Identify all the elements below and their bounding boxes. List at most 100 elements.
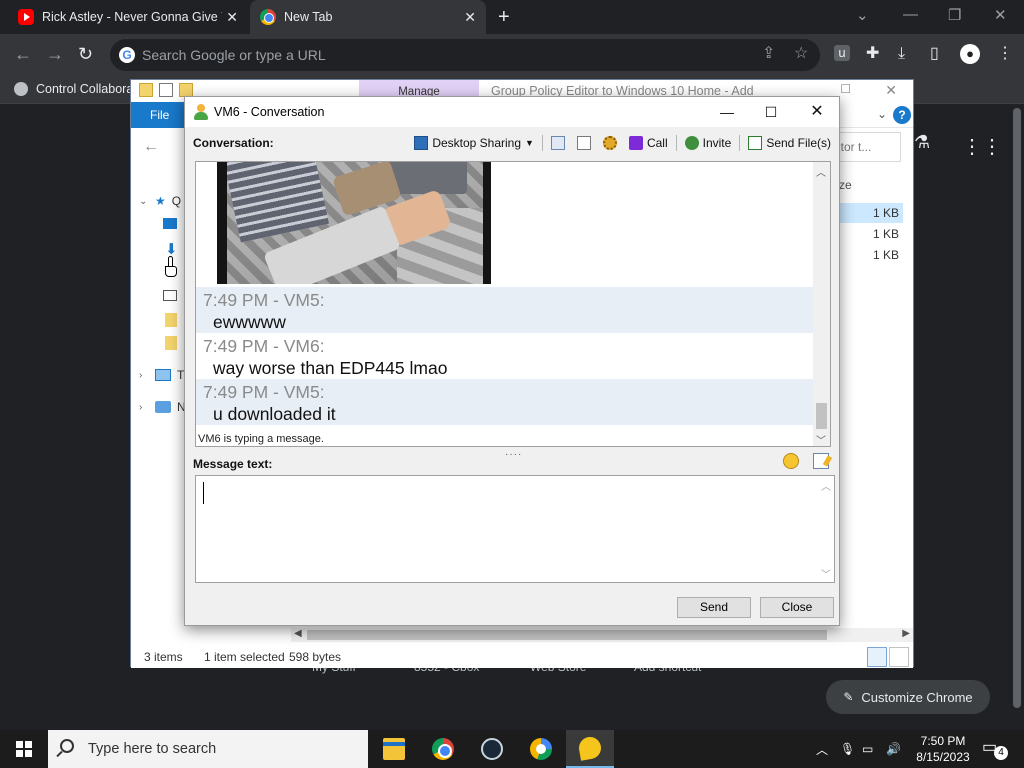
- message-history[interactable]: 7:49 PM - VM5: ewwwww 7:49 PM - VM6: way…: [195, 161, 831, 447]
- volume-icon[interactable]: 🔊: [886, 730, 901, 768]
- message-text-label: Message text:: [193, 457, 273, 471]
- tab-search-icon[interactable]: ⌄: [856, 6, 869, 24]
- close-button[interactable]: Close: [760, 597, 834, 618]
- scroll-down-icon[interactable]: ﹀: [816, 432, 826, 446]
- settings-button[interactable]: [602, 136, 621, 150]
- scroll-up-icon[interactable]: ︿: [821, 478, 831, 493]
- profile-avatar-icon[interactable]: ●: [960, 44, 980, 64]
- conversation-window[interactable]: VM6 - Conversation — ☐ ✕ Conversation: D…: [184, 96, 840, 626]
- taskbar-search-box[interactable]: Type here to search: [48, 730, 368, 768]
- customize-chrome-button[interactable]: ✎ Customize Chrome: [826, 680, 990, 714]
- taskbar-messenger[interactable]: [566, 730, 614, 768]
- send-files-button[interactable]: Send File(s): [748, 136, 831, 150]
- file-row-size[interactable]: 1 KB: [837, 245, 903, 265]
- horizontal-scrollbar[interactable]: ◀ ▶: [291, 628, 913, 642]
- scrollbar-thumb[interactable]: [1013, 108, 1021, 708]
- new-folder-icon[interactable]: [179, 83, 193, 97]
- tray-chevron-icon[interactable]: ︿: [816, 730, 828, 768]
- bookmark-control-collabora[interactable]: Control Collabora: [14, 82, 133, 96]
- input-scrollbar[interactable]: ︿ ﹀: [817, 476, 834, 582]
- nav-quick-access[interactable]: ⌄ ★ Q: [139, 194, 181, 208]
- network-tray-icon[interactable]: ▭: [862, 730, 873, 768]
- taskbar-file-explorer[interactable]: [370, 730, 418, 768]
- invite-button[interactable]: Invite: [684, 136, 731, 150]
- file-row-size[interactable]: 1 KB: [837, 224, 903, 244]
- chevron-down-icon[interactable]: ⌄: [877, 107, 887, 121]
- back-icon[interactable]: ←: [14, 44, 32, 64]
- forward-icon[interactable]: →: [46, 44, 64, 64]
- file-row-size[interactable]: 1 KB: [837, 203, 903, 223]
- clock-time: 7:50 PM: [920, 734, 966, 748]
- toolbar-divider: [541, 135, 543, 151]
- new-tab-button[interactable]: +: [498, 6, 510, 28]
- scrollbar-thumb[interactable]: [307, 630, 827, 640]
- shared-image[interactable]: [217, 162, 491, 284]
- microphone-icon[interactable]: 🎙: [840, 730, 855, 768]
- download-icon[interactable]: ⤓: [898, 45, 905, 63]
- reload-icon[interactable]: ↻: [78, 44, 93, 64]
- pencil-icon: ✎: [843, 690, 854, 704]
- minimize-button[interactable]: —: [713, 101, 741, 123]
- page-scrollbar[interactable]: [1010, 104, 1024, 730]
- tab-new-tab[interactable]: New Tab ✕: [250, 0, 486, 34]
- desktop-sharing-button[interactable]: Desktop Sharing ▼: [414, 136, 534, 150]
- scroll-up-icon[interactable]: ︿: [816, 164, 826, 179]
- close-icon[interactable]: ✕: [885, 82, 897, 99]
- nav-network[interactable]: › N: [139, 400, 186, 414]
- share-icon[interactable]: ⇪: [762, 45, 775, 63]
- item-count: 3 items: [144, 650, 183, 664]
- scroll-down-icon[interactable]: ﹀: [821, 566, 831, 581]
- close-window-button[interactable]: ✕: [994, 6, 1007, 24]
- back-icon[interactable]: ←: [143, 138, 159, 156]
- minimize-button[interactable]: —: [903, 6, 918, 23]
- message-input[interactable]: [196, 476, 818, 582]
- scrollbar-thumb[interactable]: [816, 403, 827, 429]
- tab-youtube[interactable]: Rick Astley - Never Gonna Give Y ✕: [8, 0, 248, 34]
- properties-icon[interactable]: [159, 83, 173, 97]
- taskbar-chrome-canary[interactable]: [517, 730, 565, 768]
- whiteboard-button[interactable]: [550, 136, 569, 150]
- nav-desktop[interactable]: [163, 218, 177, 229]
- address-bar[interactable]: G Search Google or type a URL: [110, 39, 820, 71]
- text-format-icon[interactable]: [813, 453, 829, 469]
- large-icons-view-icon[interactable]: [889, 647, 909, 667]
- message-input-box[interactable]: ︿ ﹀: [195, 475, 835, 583]
- message-scrollbar[interactable]: ︿ ﹀: [813, 162, 830, 446]
- close-icon[interactable]: ✕: [464, 9, 476, 26]
- nav-pictures[interactable]: [163, 290, 177, 301]
- details-view-icon[interactable]: [867, 647, 887, 667]
- extensions-puzzle-icon[interactable]: ✚: [866, 45, 879, 63]
- size-column-header[interactable]: ze: [839, 178, 852, 192]
- send-files-label: Send File(s): [766, 136, 831, 150]
- emoticon-icon[interactable]: [783, 453, 799, 469]
- scroll-right-icon[interactable]: ▶: [902, 628, 910, 639]
- close-window-button[interactable]: ✕: [803, 101, 831, 123]
- bookmark-star-icon[interactable]: ☆: [794, 45, 808, 63]
- nav-folder-2[interactable]: [165, 336, 177, 350]
- system-clock[interactable]: 7:50 PM 8/15/2023: [908, 733, 978, 765]
- restore-button[interactable]: ❐: [948, 6, 961, 24]
- bookmark-favicon-icon: [14, 82, 28, 96]
- maximize-icon[interactable]: ☐: [840, 82, 851, 96]
- labs-flask-icon[interactable]: ⚗: [914, 132, 930, 153]
- help-icon[interactable]: ?: [893, 106, 911, 124]
- call-button[interactable]: Call: [628, 136, 668, 150]
- folder-icon[interactable]: [139, 83, 153, 97]
- nav-folder-1[interactable]: [165, 313, 177, 327]
- taskbar-steam[interactable]: [468, 730, 516, 768]
- message-header: 7:49 PM - VM6:: [203, 336, 325, 356]
- close-icon[interactable]: ✕: [226, 9, 238, 26]
- start-button[interactable]: [0, 730, 48, 768]
- selection-size: 598 bytes: [289, 650, 342, 664]
- pane-splitter[interactable]: ····: [505, 449, 522, 460]
- menu-kebab-icon[interactable]: ⋮: [997, 45, 1013, 63]
- desktop-sharing-label: Desktop Sharing: [432, 136, 522, 150]
- side-panel-icon[interactable]: ▯: [930, 45, 939, 63]
- file-tab[interactable]: File: [131, 102, 187, 128]
- scroll-left-icon[interactable]: ◀: [294, 628, 302, 639]
- taskbar-chrome[interactable]: [419, 730, 467, 768]
- files-list-button[interactable]: [576, 136, 595, 150]
- send-button[interactable]: Send: [677, 597, 751, 618]
- maximize-button[interactable]: ☐: [757, 101, 785, 123]
- ublock-icon[interactable]: u: [834, 45, 850, 61]
